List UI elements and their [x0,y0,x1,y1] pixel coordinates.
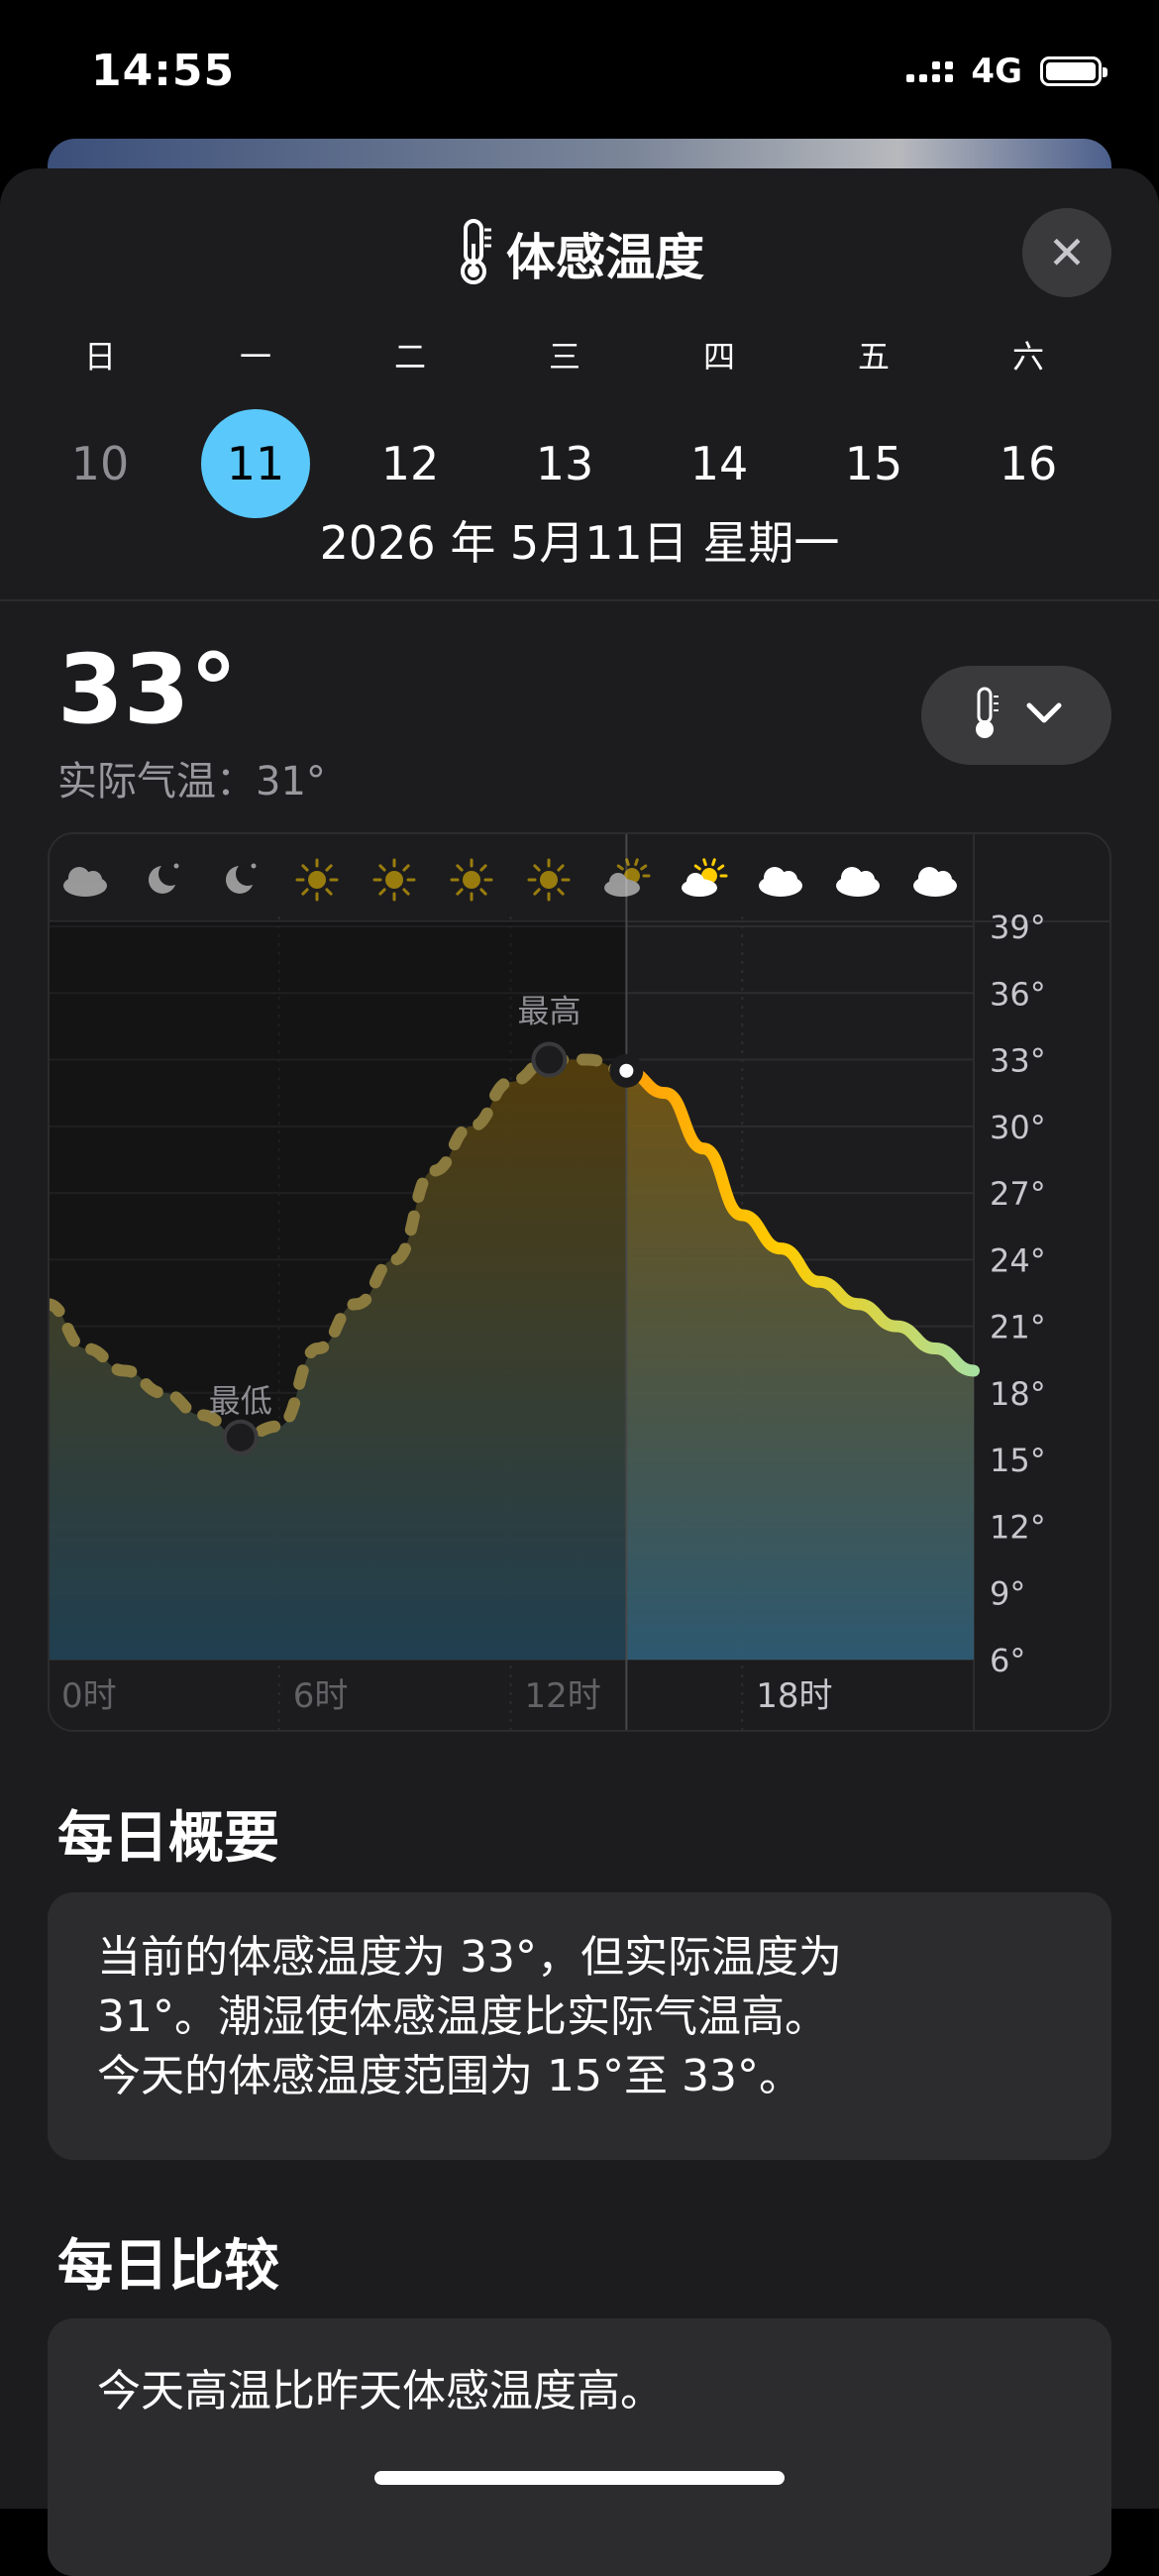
battery-icon [1040,56,1107,86]
status-bar: 14:55 4G [0,0,1159,139]
day-number[interactable]: 14 [665,409,774,518]
y-tick-label: 15° [990,1442,1046,1479]
actual-temp: 实际气温：31° [57,759,326,805]
past-overlay [50,921,627,1660]
x-tick-label: 18时 [756,1676,832,1716]
y-tick-label: 18° [990,1375,1046,1413]
metric-picker-button[interactable] [921,666,1111,765]
day-sat[interactable]: 六 16 [974,332,1083,518]
moon-icon [149,862,182,894]
day-sun[interactable]: 日 10 [46,332,155,518]
close-icon: ✕ [1047,226,1087,279]
sun-icon [450,858,493,902]
max-marker [531,1041,568,1078]
day-number[interactable]: 16 [974,409,1083,518]
min-marker [222,1419,259,1455]
summary-line: 31°。潮湿使体感温度比实际气温高。 [97,1991,828,2042]
y-tick-label: 39° [990,909,1046,946]
weekday-label: 三 [548,338,580,376]
day-fri[interactable]: 五 15 [819,332,928,518]
y-tick-label: 33° [990,1042,1046,1080]
weekday-label: 五 [857,338,890,376]
day-thu[interactable]: 四 14 [665,332,774,518]
cloud-icon [759,867,802,897]
cloud-icon [836,867,880,897]
day-mon[interactable]: 一 11 [201,332,310,518]
y-tick-label: 12° [990,1508,1046,1546]
y-tick-label: 6° [990,1642,1025,1679]
summary-card: 当前的体感温度为 33°，但实际温度为 31°。潮湿使体感温度比实际气温高。 今… [48,1892,1111,2160]
divider [0,599,1159,601]
summary-line: 今天的体感温度范围为 15°至 33°。 [97,2051,802,2101]
cloud-icon [63,867,107,897]
status-icons: 4G [906,52,1107,91]
y-tick-label: 27° [990,1175,1046,1213]
min-label: 最低 [209,1382,272,1420]
y-tick-label: 24° [990,1241,1046,1279]
day-number[interactable]: 13 [510,409,619,518]
status-time: 14:55 [91,46,236,96]
chart-svg: 最低 最高 39° 36° 33° 30° 27° 24° 21° 18° 15° 12° 9° 6° 0时… [50,834,1109,1730]
day-number[interactable]: 10 [46,409,155,518]
thermometer-icon [455,218,494,289]
partly-cloudy-icon [682,858,728,897]
y-tick-label: 36° [990,975,1046,1013]
comparison-card: 今天高温比昨天体感温度高。 [48,2318,1111,2576]
moon-icon [226,862,260,894]
sun-icon [295,858,339,902]
cloud-icon [913,867,957,897]
feels-like-value: 33° [57,634,238,745]
weekday-label: 四 [702,338,735,376]
thermometer-icon [971,687,1001,744]
page-title: 体感温度 [506,229,704,286]
x-tick-label: 0时 [61,1676,117,1716]
summary-line: 当前的体感温度为 33°，但实际温度为 [97,1932,842,1983]
chevron-down-icon [1026,702,1062,728]
day-number-selected[interactable]: 11 [201,409,310,518]
weekday-label: 二 [393,338,426,376]
signal-icon [906,60,954,82]
weekday-label: 日 [83,338,116,376]
x-tick-label: 6时 [293,1676,349,1716]
day-wed[interactable]: 三 13 [510,332,619,518]
y-tick-label: 30° [990,1109,1046,1146]
day-tue[interactable]: 二 12 [356,332,465,518]
comparison-text: 今天高温比昨天体感温度高。 [97,2366,664,2416]
comparison-title: 每日比较 [57,2234,279,2299]
max-label: 最高 [517,993,580,1030]
weekday-label: 一 [239,338,271,376]
sun-icon [372,858,416,902]
home-indicator[interactable] [374,2471,785,2485]
close-button[interactable]: ✕ [1022,208,1111,297]
y-tick-label: 9° [990,1575,1025,1613]
network-type: 4G [971,52,1022,91]
sheet-header: 体感温度 [0,218,1159,289]
x-tick-label: 12时 [525,1676,601,1716]
now-marker-dot [619,1063,634,1078]
summary-title: 每日概要 [57,1806,279,1871]
selected-date: 2026 年 5月11日 星期一 [319,516,840,570]
feels-like-chart[interactable]: 最低 最高 39° 36° 33° 30° 27° 24° 21° 18° 15° 12° 9° 6° 0时… [48,832,1111,1732]
day-number[interactable]: 15 [819,409,928,518]
day-number[interactable]: 12 [356,409,465,518]
weekday-label: 六 [1011,338,1044,376]
sun-icon [527,858,571,902]
y-tick-label: 21° [990,1309,1046,1346]
